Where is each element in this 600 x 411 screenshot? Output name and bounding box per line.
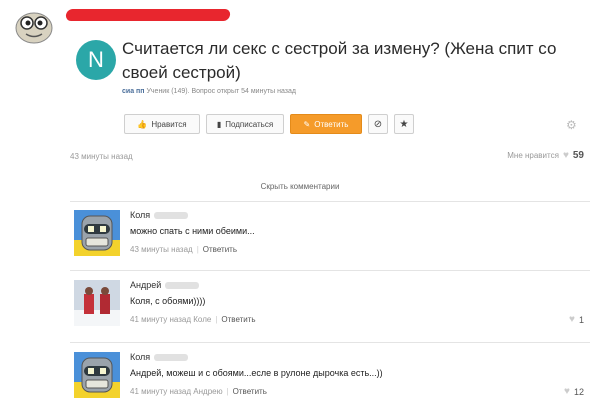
meta-separator: | bbox=[215, 315, 218, 324]
pencil-icon: ✎ bbox=[303, 119, 311, 129]
comment-avatar[interactable] bbox=[74, 280, 120, 326]
answer-button-label: Ответить bbox=[314, 119, 349, 129]
redacted-username bbox=[65, 9, 231, 21]
subscribe-button-label: Подписаться bbox=[225, 119, 274, 129]
blurred-surname bbox=[165, 282, 200, 290]
avatar-letter: N bbox=[88, 47, 104, 72]
settings-gear-icon[interactable]: ⚙ bbox=[566, 118, 577, 132]
block-icon: ⊘ bbox=[373, 118, 383, 130]
thumbs-up-icon: 👍 bbox=[137, 119, 148, 129]
comment-meta: 41 минуту назад Коле | Ответить bbox=[130, 315, 256, 324]
comment-time: 41 минуту назад Коле bbox=[130, 315, 212, 324]
question-author-name[interactable]: сиа пп bbox=[122, 88, 145, 95]
comment-time: 41 минуту назад Андрею bbox=[130, 387, 223, 396]
heart-icon: ♥ bbox=[562, 150, 569, 161]
comment-time: 43 минуты назад bbox=[130, 245, 193, 254]
likes-label: Мне нравится bbox=[507, 151, 559, 160]
blurred-surname bbox=[154, 354, 189, 362]
heart-icon: ♥ bbox=[569, 314, 575, 325]
comment-author[interactable]: Коля bbox=[130, 210, 189, 220]
comment-likes[interactable]: ♥ 1 bbox=[569, 314, 584, 325]
subscribe-button[interactable]: ▮ Подписаться bbox=[206, 114, 284, 134]
question-title: Считается ли секс с сестрой за измену? (… bbox=[122, 39, 557, 82]
divider bbox=[70, 201, 590, 202]
meta-separator: | bbox=[226, 387, 229, 396]
comment-likes-count: 12 bbox=[573, 386, 584, 397]
comment-likes[interactable]: ♥ 12 bbox=[564, 386, 584, 397]
comment-author-name: Андрей bbox=[130, 280, 162, 290]
comment-likes-count: 1 bbox=[578, 314, 584, 325]
user-avatar[interactable] bbox=[14, 8, 54, 44]
reply-link[interactable]: Ответить bbox=[221, 315, 255, 324]
comment-author-name: Коля bbox=[130, 210, 151, 220]
comment-meta: 41 минуту назад Андрею | Ответить bbox=[130, 387, 267, 396]
like-button[interactable]: 👍 Нравится bbox=[124, 114, 200, 134]
comment-text: Андрей, можеш и с обоями...есле в рулоне… bbox=[130, 368, 383, 378]
question-actions: 👍 Нравится ▮ Подписаться ✎ Ответить ⊘ ★ bbox=[124, 114, 414, 134]
like-button-label: Нравится bbox=[151, 119, 187, 129]
comment-author-name: Коля bbox=[130, 352, 151, 362]
meta-separator: | bbox=[196, 245, 199, 254]
question-author-avatar[interactable]: N bbox=[76, 40, 116, 80]
question-time: 43 минуты назад bbox=[70, 152, 133, 161]
bookmark-icon: ▮ bbox=[216, 119, 222, 129]
favorite-button[interactable]: ★ bbox=[394, 114, 414, 134]
question-likes[interactable]: Мне нравится ♥ 59 bbox=[507, 150, 584, 161]
comment-text: Коля, с обоями)))) bbox=[130, 296, 206, 306]
blurred-surname bbox=[154, 212, 189, 220]
comment-avatar[interactable] bbox=[74, 210, 120, 256]
divider bbox=[70, 342, 590, 343]
reply-link[interactable]: Ответить bbox=[203, 245, 237, 254]
question-meta: сиа пп Ученик (149). Вопрос открыт 54 ми… bbox=[122, 88, 296, 95]
question-meta-details: Ученик (149). Вопрос открыт 54 минуты на… bbox=[146, 88, 296, 95]
comment-meta: 43 минуты назад | Ответить bbox=[130, 245, 237, 254]
hide-comments-link[interactable]: Скрыть комментарии bbox=[0, 182, 600, 191]
comment-author[interactable]: Андрей bbox=[130, 280, 200, 290]
reply-link[interactable]: Ответить bbox=[233, 387, 267, 396]
comment-author[interactable]: Коля bbox=[130, 352, 189, 362]
divider bbox=[70, 270, 590, 271]
comment-text: можно спать с ними обеими... bbox=[130, 226, 255, 236]
comment-avatar[interactable] bbox=[74, 352, 120, 398]
answer-button[interactable]: ✎ Ответить bbox=[290, 114, 362, 134]
likes-count: 59 bbox=[572, 150, 584, 161]
heart-icon: ♥ bbox=[564, 386, 570, 397]
block-button[interactable]: ⊘ bbox=[368, 114, 388, 134]
star-icon: ★ bbox=[399, 118, 409, 130]
